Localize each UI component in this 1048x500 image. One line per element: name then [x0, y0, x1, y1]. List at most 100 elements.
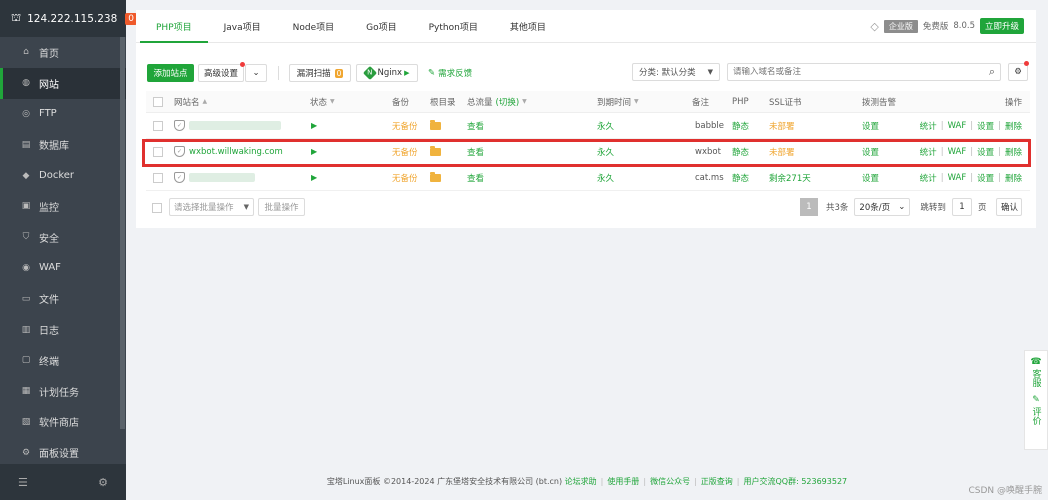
site-name-redacted[interactable] [189, 173, 255, 182]
sidebar-item-9[interactable]: ▥ 日志 [0, 314, 126, 345]
play-icon[interactable]: ▶ [311, 165, 317, 190]
traffic-link[interactable]: 查看 [467, 113, 484, 138]
settings-button[interactable]: ⚙ [1008, 61, 1029, 81]
remark-text[interactable]: cat.ms [695, 165, 725, 190]
goto-confirm-button[interactable]: 确认 [996, 198, 1023, 216]
op-link[interactable]: WAF [948, 121, 967, 131]
enterprise-badge[interactable]: 企业版 [883, 19, 918, 33]
op-link[interactable]: WAF [948, 147, 967, 157]
ssl-link[interactable]: 剩余271天 [769, 165, 811, 190]
backup-link[interactable]: 无备份 [392, 139, 418, 164]
tab-3[interactable]: Go项目 [350, 10, 412, 43]
traffic-switch-link[interactable]: (切换) [496, 96, 520, 108]
row-checkbox[interactable] [153, 146, 163, 157]
folder-icon[interactable] [430, 119, 441, 130]
ssl-link[interactable]: 未部署 [769, 113, 795, 138]
alert-link[interactable]: 设置 [862, 165, 879, 190]
sidebar-item-6[interactable]: ⛉ 安全 [0, 222, 126, 253]
feedback-link[interactable]: ✎ 需求反馈 [428, 64, 472, 82]
folder-icon[interactable] [430, 145, 441, 156]
col-expire[interactable]: 到期时间 ▼ [597, 91, 639, 112]
backup-link[interactable]: 无备份 [392, 113, 418, 138]
sidebar-item-3[interactable]: ▤ 数据库 [0, 129, 126, 160]
expire-link[interactable]: 永久 [597, 139, 614, 164]
op-link[interactable]: 删除 [1005, 172, 1022, 184]
expire-link[interactable]: 永久 [597, 165, 614, 190]
add-site-button[interactable]: 添加站点 [147, 64, 194, 82]
sidebar-item-1[interactable]: ◍ 网站 [0, 67, 126, 99]
footer-link[interactable]: 论坛求助 [565, 477, 597, 486]
tab-4[interactable]: Python项目 [413, 10, 494, 43]
op-link[interactable]: 设置 [977, 172, 994, 184]
sidebar-item-0[interactable]: ⌂ 首页 [0, 37, 126, 68]
tab-1[interactable]: Java项目 [208, 10, 277, 43]
op-link[interactable]: 统计 [920, 172, 937, 184]
goto-input[interactable]: 1 [951, 198, 972, 216]
page-current[interactable]: 1 [800, 198, 818, 216]
op-link[interactable]: 设置 [977, 120, 994, 132]
tab-0[interactable]: PHP项目 [140, 9, 208, 43]
op-link[interactable]: WAF [948, 173, 967, 183]
footer-link[interactable]: 微信公众号 [650, 477, 690, 486]
site-name-redacted[interactable] [189, 121, 281, 130]
sidebar-item-4[interactable]: ◆ Docker [0, 160, 126, 191]
remark-text[interactable]: babble [695, 113, 725, 138]
advanced-settings-button[interactable]: 高级设置 [198, 62, 245, 82]
footer-link[interactable]: 用户交流QQ群: 523693527 [743, 477, 847, 486]
backup-link[interactable]: 无备份 [392, 165, 418, 190]
remark-text[interactable]: wxbot [695, 139, 725, 164]
sidebar-item-2[interactable]: ◎ FTP [0, 99, 126, 130]
traffic-link[interactable]: 查看 [467, 139, 484, 164]
search-input[interactable] [733, 67, 973, 77]
batch-checkbox[interactable] [152, 203, 162, 213]
col-status[interactable]: 状态 ▼ [310, 91, 335, 112]
server-header[interactable]: ⛫ 124.222.115.238 0 [0, 0, 138, 37]
ssl-link[interactable]: 未部署 [769, 139, 795, 164]
folder-icon[interactable] [430, 171, 441, 182]
play-icon[interactable]: ▶ [311, 139, 317, 164]
customer-service-link[interactable]: 客服 [1030, 369, 1043, 387]
shield-icon: ⛉ [22, 232, 30, 243]
expire-link[interactable]: 永久 [597, 113, 614, 138]
row-checkbox[interactable] [153, 120, 163, 131]
sidebar-scrollbar[interactable] [120, 37, 125, 429]
op-link[interactable]: 删除 [1005, 120, 1022, 132]
sidebar-item-10[interactable]: ▢ 终端 [0, 345, 126, 376]
site-name-link[interactable]: wxbot.willwaking.com [189, 147, 283, 157]
col-name[interactable]: 网站名 ▲ [174, 91, 207, 112]
alert-link[interactable]: 设置 [862, 139, 879, 164]
alert-link[interactable]: 设置 [862, 113, 879, 138]
batch-select[interactable]: 请选择批量操作 ▼ [169, 198, 254, 216]
category-select[interactable]: 分类: 默认分类 ▼ [632, 63, 720, 81]
collapse-menu-icon[interactable]: ☰ [18, 476, 28, 489]
review-link[interactable]: 评价 [1030, 407, 1043, 425]
op-link[interactable]: 统计 [920, 120, 937, 132]
select-all-checkbox[interactable] [153, 96, 163, 107]
play-icon[interactable]: ▶ [311, 113, 317, 138]
tab-2[interactable]: Node项目 [277, 10, 351, 43]
upgrade-button[interactable]: 立即升级 [979, 18, 1024, 34]
traffic-link[interactable]: 查看 [467, 165, 484, 190]
sidebar-item-7[interactable]: ◉ WAF [0, 253, 126, 284]
nginx-button[interactable]: N Nginx ▶ [356, 64, 418, 82]
sidebar-item-12[interactable]: ▧ 软件商店 [0, 407, 126, 438]
footer-link[interactable]: 使用手册 [607, 477, 639, 486]
php-link[interactable]: 静态 [732, 139, 749, 164]
page-size-select[interactable]: 20条/页 ⌄ [854, 198, 911, 216]
tab-5[interactable]: 其他项目 [494, 10, 562, 43]
sidebar-item-11[interactable]: ▦ 计划任务 [0, 376, 126, 407]
op-link[interactable]: 删除 [1005, 146, 1022, 158]
vuln-scan-button[interactable]: 漏洞扫描 0 [289, 64, 351, 82]
php-link[interactable]: 静态 [732, 113, 749, 138]
row-checkbox[interactable] [153, 172, 163, 183]
sidebar-item-8[interactable]: ▭ 文件 [0, 283, 126, 314]
footer-link[interactable]: 正版查询 [701, 477, 733, 486]
gear-icon[interactable]: ⚙ [98, 476, 108, 489]
sidebar-item-5[interactable]: ▣ 监控 [0, 191, 126, 222]
advanced-dropdown-button[interactable]: ⌄ [245, 64, 267, 82]
php-link[interactable]: 静态 [732, 165, 749, 190]
op-link[interactable]: 统计 [920, 146, 937, 158]
batch-button[interactable]: 批量操作 [258, 198, 305, 216]
search-icon[interactable]: ⌕ [989, 65, 995, 79]
op-link[interactable]: 设置 [977, 146, 994, 158]
